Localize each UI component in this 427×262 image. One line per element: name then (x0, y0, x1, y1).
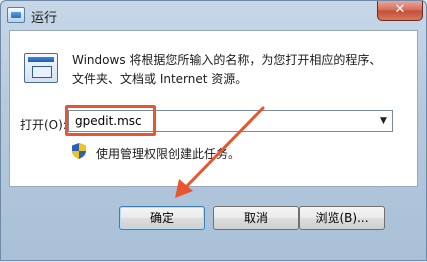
dropdown-arrow-icon[interactable]: ▼ (375, 111, 392, 131)
window-title: 运行 (31, 11, 58, 26)
run-program-icon (24, 53, 58, 83)
title-bar[interactable]: 运行 ✕ (1, 1, 426, 29)
dialog-body: Windows 将根据您所输入的名称，为您打开相应的程序、 文件夹、文档或 In… (9, 30, 418, 187)
run-app-icon (7, 7, 25, 23)
ok-button[interactable]: 确定 (119, 206, 205, 230)
close-button[interactable]: ✕ (377, 1, 423, 21)
open-combobox[interactable]: gpedit.msc ▼ (68, 110, 393, 132)
instructions-text: Windows 将根据您所输入的名称，为您打开相应的程序、 文件夹、文档或 In… (72, 51, 407, 89)
open-field-label: 打开(O): (20, 118, 67, 132)
instructions-line-1: Windows 将根据您所输入的名称，为您打开相应的程序、 (72, 53, 382, 67)
instructions-line-2: 文件夹、文档或 Internet 资源。 (72, 72, 248, 86)
open-input[interactable]: gpedit.msc (75, 114, 142, 128)
admin-note: 使用管理权限创建此任务。 (96, 147, 241, 161)
cancel-button[interactable]: 取消 (213, 206, 299, 230)
uac-shield-icon (72, 143, 86, 159)
run-dialog: 运行 ✕ Windows 将根据您所输入的名称，为您打开相应的程序、 文件夹、文… (0, 0, 427, 261)
browse-button[interactable]: 浏览(B)... (299, 206, 385, 230)
